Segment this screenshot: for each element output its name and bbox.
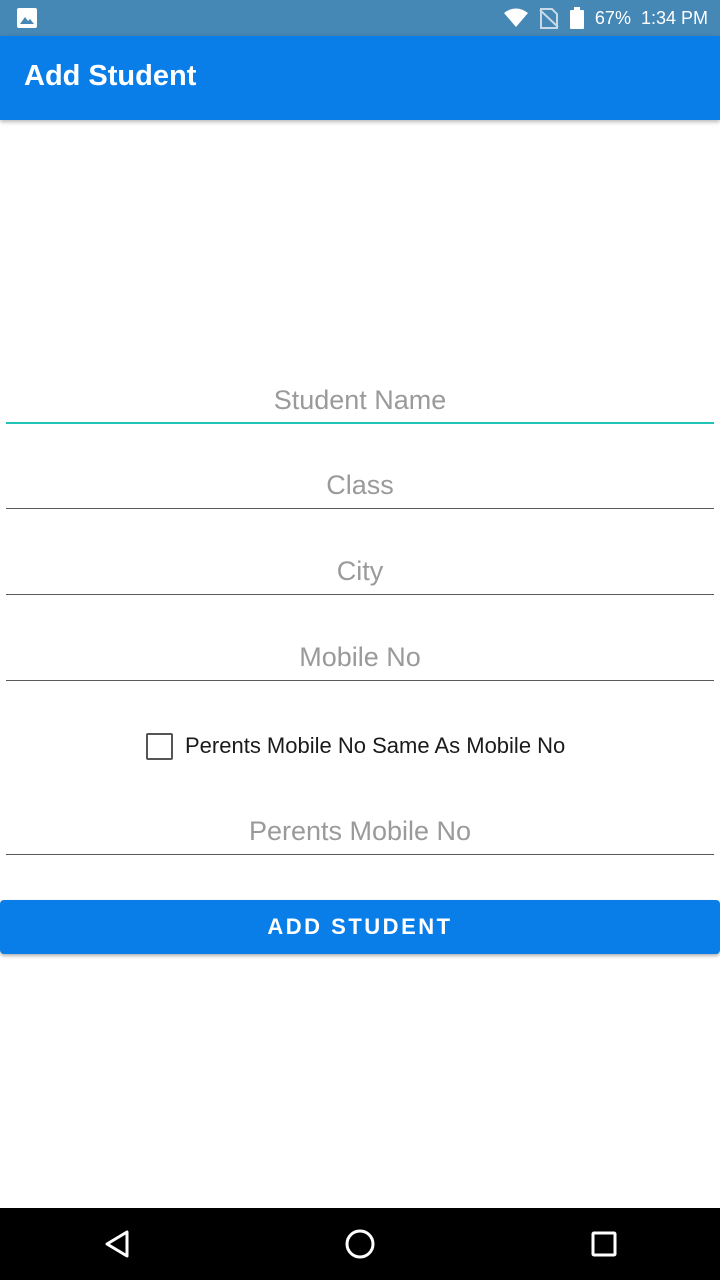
back-icon[interactable] <box>100 1226 136 1262</box>
add-student-button[interactable]: ADD STUDENT <box>0 900 720 954</box>
home-icon[interactable] <box>342 1226 378 1262</box>
mobile-no-input[interactable] <box>6 627 714 681</box>
battery-icon <box>569 6 585 30</box>
screen: 67% 1:34 PM Add Student Perents Mobile N… <box>0 0 720 1280</box>
no-sim-icon <box>539 6 559 30</box>
city-input[interactable] <box>6 541 714 595</box>
battery-percent: 67% <box>594 7 631 28</box>
student-name-field <box>6 370 714 424</box>
page-title: Add Student <box>24 60 197 92</box>
city-field <box>6 541 714 595</box>
class-input[interactable] <box>6 455 714 509</box>
city-underline <box>6 594 714 595</box>
same-mobile-checkbox[interactable] <box>146 732 173 760</box>
mobile-no-field <box>6 627 714 681</box>
status-time: 1:34 PM <box>640 7 708 28</box>
same-mobile-label[interactable]: Perents Mobile No Same As Mobile No <box>185 733 565 759</box>
class-field <box>6 455 714 509</box>
mobile-no-underline <box>6 680 714 681</box>
nav-bar <box>0 1208 720 1280</box>
parents-mobile-no-field <box>6 801 714 855</box>
same-mobile-row[interactable]: Perents Mobile No Same As Mobile No <box>146 731 565 761</box>
status-bar: 67% 1:34 PM <box>0 0 720 36</box>
class-underline <box>6 508 714 509</box>
recents-icon[interactable] <box>586 1226 622 1262</box>
parents-mobile-no-input[interactable] <box>6 801 714 855</box>
app-bar: Add Student <box>0 36 720 120</box>
student-name-underline <box>6 422 714 424</box>
student-name-input[interactable] <box>6 370 714 424</box>
status-icons: 67% 1:34 PM <box>503 0 708 36</box>
parents-mobile-no-underline <box>6 854 714 855</box>
wifi-icon <box>503 7 529 29</box>
image-icon <box>16 7 38 34</box>
